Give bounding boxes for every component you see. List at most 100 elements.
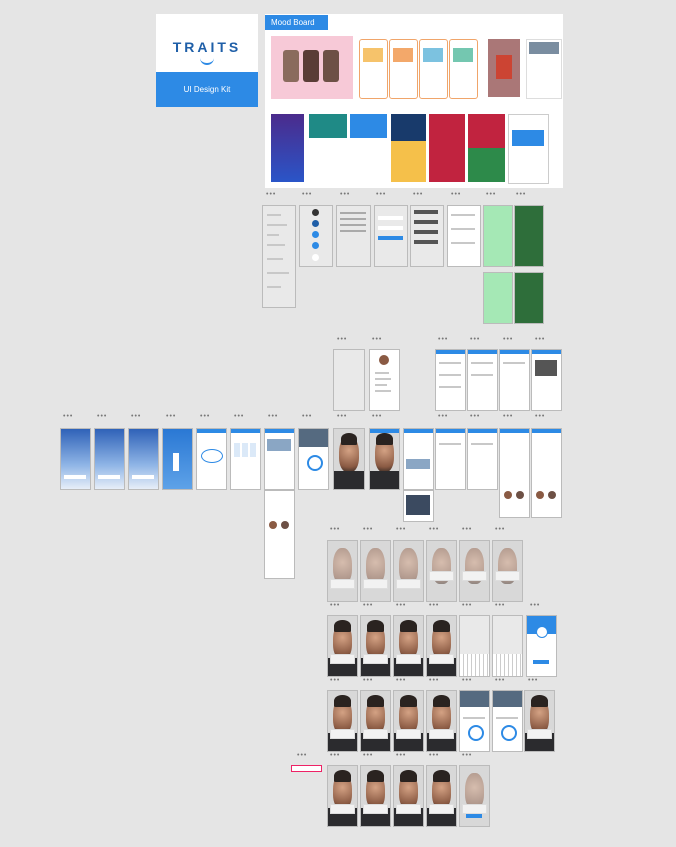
- artboard-welcome-2[interactable]: [94, 428, 125, 490]
- artboard-portrait-camera[interactable]: [369, 428, 400, 490]
- artboard-options-icon[interactable]: •••: [302, 413, 312, 420]
- artboard-feed-4[interactable]: [531, 349, 562, 411]
- artboard-options-icon[interactable]: •••: [503, 413, 513, 420]
- artboard-options-icon[interactable]: •••: [528, 677, 538, 684]
- artboard-options-icon[interactable]: •••: [470, 413, 480, 420]
- artboard-portrait-a3[interactable]: [393, 615, 424, 677]
- artboard-inputs[interactable]: [374, 205, 408, 267]
- artboard-portrait-c1[interactable]: [327, 765, 358, 827]
- artboard-portrait-c2[interactable]: [360, 765, 391, 827]
- artboard-portrait-a1[interactable]: [327, 615, 358, 677]
- artboard-traits-select[interactable]: [196, 428, 227, 490]
- artboard-options-icon[interactable]: •••: [131, 413, 141, 420]
- artboard-options-icon[interactable]: •••: [396, 602, 406, 609]
- artboard-green-dark-2[interactable]: [514, 272, 544, 324]
- artboard-options-icon[interactable]: •••: [438, 413, 448, 420]
- artboard-options-icon[interactable]: •••: [363, 602, 373, 609]
- artboard-intro-blue[interactable]: [162, 428, 193, 490]
- artboard-options-icon[interactable]: •••: [462, 752, 472, 759]
- artboard-result[interactable]: [526, 615, 557, 677]
- traits-logo-card[interactable]: TRAITS UI Design Kit: [156, 14, 258, 107]
- artboard-options-icon[interactable]: •••: [302, 191, 312, 198]
- artboard-portrait-a2[interactable]: [360, 615, 391, 677]
- artboard-options-icon[interactable]: •••: [530, 602, 540, 609]
- artboard-people-2[interactable]: [531, 428, 562, 518]
- artboard-face-scan-4[interactable]: [426, 540, 457, 602]
- artboard-options-icon[interactable]: •••: [495, 526, 505, 533]
- artboard-options-icon[interactable]: •••: [451, 191, 461, 198]
- artboard-options-icon[interactable]: •••: [363, 526, 373, 533]
- artboard-options-icon[interactable]: •••: [97, 413, 107, 420]
- artboard-face-scan-1[interactable]: [327, 540, 358, 602]
- artboard-feed-3[interactable]: [499, 349, 530, 411]
- artboard-face-scan-5[interactable]: [459, 540, 490, 602]
- artboard-options-icon[interactable]: •••: [330, 677, 340, 684]
- artboard-options-icon[interactable]: •••: [516, 191, 526, 198]
- artboard-options-icon[interactable]: •••: [503, 336, 513, 343]
- artboard-options-icon[interactable]: •••: [438, 336, 448, 343]
- artboard-post[interactable]: [403, 428, 434, 490]
- artboard-options-icon[interactable]: •••: [429, 526, 439, 533]
- artboard-portrait-b4[interactable]: [426, 690, 457, 752]
- artboard-portrait-b2[interactable]: [360, 690, 391, 752]
- artboard-portrait-c5[interactable]: [459, 765, 490, 827]
- artboard-options-icon[interactable]: •••: [340, 191, 350, 198]
- artboard-feed-2[interactable]: [467, 349, 498, 411]
- artboard-options-icon[interactable]: •••: [462, 602, 472, 609]
- artboard-portrait-a4[interactable]: [426, 615, 457, 677]
- artboard-colors[interactable]: [299, 205, 333, 267]
- artboard-options-icon[interactable]: •••: [330, 526, 340, 533]
- artboard-options-icon[interactable]: •••: [330, 602, 340, 609]
- artboard-options-icon[interactable]: •••: [337, 336, 347, 343]
- artboard-welcome-3[interactable]: [128, 428, 159, 490]
- artboard-portrait[interactable]: [333, 428, 365, 490]
- artboard-options-icon[interactable]: •••: [495, 677, 505, 684]
- artboard-options-icon[interactable]: •••: [376, 191, 386, 198]
- artboard-tags[interactable]: [230, 428, 261, 490]
- artboard-options-icon[interactable]: •••: [372, 413, 382, 420]
- artboard-options-icon[interactable]: •••: [429, 677, 439, 684]
- artboard-blank-gray[interactable]: [333, 349, 365, 411]
- artboard-feed-1[interactable]: [435, 349, 466, 411]
- artboard-options-icon[interactable]: •••: [396, 752, 406, 759]
- artboard-options-icon[interactable]: •••: [372, 336, 382, 343]
- artboard-options-icon[interactable]: •••: [429, 752, 439, 759]
- artboard-options-icon[interactable]: •••: [337, 413, 347, 420]
- artboard-icons[interactable]: [336, 205, 371, 267]
- artboard-options-icon[interactable]: •••: [486, 191, 496, 198]
- artboard-options-icon[interactable]: •••: [363, 677, 373, 684]
- artboard-options-icon[interactable]: •••: [535, 413, 545, 420]
- artboard-face-scan-6[interactable]: [492, 540, 523, 602]
- artboard-stats[interactable]: [298, 428, 329, 490]
- artboard-options-icon[interactable]: •••: [166, 413, 176, 420]
- artboard-stats-2[interactable]: [459, 690, 490, 752]
- artboard-options-icon[interactable]: •••: [330, 752, 340, 759]
- artboard-stats-3[interactable]: [492, 690, 523, 752]
- artboard-options-icon[interactable]: •••: [413, 191, 423, 198]
- artboard-book[interactable]: [403, 490, 434, 522]
- artboard-buttons[interactable]: [410, 205, 444, 267]
- mood-board-frame[interactable]: [265, 14, 563, 188]
- artboard-options-icon[interactable]: •••: [535, 336, 545, 343]
- artboard-cards[interactable]: [447, 205, 481, 267]
- artboard-keyboard-1[interactable]: [459, 615, 490, 677]
- artboard-options-icon[interactable]: •••: [266, 191, 276, 198]
- artboard-options-icon[interactable]: •••: [63, 413, 73, 420]
- artboard-options-icon[interactable]: •••: [495, 602, 505, 609]
- artboard-face-scan-2[interactable]: [360, 540, 391, 602]
- artboard-options-icon[interactable]: •••: [363, 752, 373, 759]
- artboard-portrait-b3[interactable]: [393, 690, 424, 752]
- artboard-portrait-b1[interactable]: [327, 690, 358, 752]
- artboard-options-icon[interactable]: •••: [396, 677, 406, 684]
- artboard-options-icon[interactable]: •••: [268, 413, 278, 420]
- artboard-home-feed[interactable]: [264, 428, 295, 490]
- artboard-options-icon[interactable]: •••: [234, 413, 244, 420]
- artboard-options-icon[interactable]: •••: [429, 602, 439, 609]
- artboard-options-icon[interactable]: •••: [470, 336, 480, 343]
- artboard-list-a[interactable]: [435, 428, 466, 490]
- artboard-green-light[interactable]: [483, 205, 513, 267]
- artboard-people[interactable]: [499, 428, 530, 518]
- artboard-portrait-c4[interactable]: [426, 765, 457, 827]
- artboard-keyboard-2[interactable]: [492, 615, 523, 677]
- artboard-green-light-2[interactable]: [483, 272, 513, 324]
